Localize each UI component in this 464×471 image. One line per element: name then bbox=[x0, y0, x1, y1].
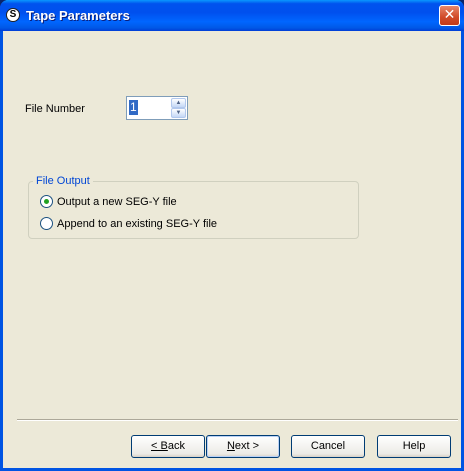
close-icon[interactable]: ✕ bbox=[439, 5, 460, 26]
radio-button[interactable] bbox=[40, 217, 53, 230]
file-output-group bbox=[28, 181, 359, 239]
radio-label: Append to an existing SEG-Y file bbox=[57, 217, 218, 230]
arrow-down-icon[interactable]: ▼ bbox=[171, 108, 186, 118]
file-number-label: File Number bbox=[25, 103, 85, 115]
arrow-up-icon[interactable]: ▲ bbox=[171, 98, 186, 108]
next-button[interactable]: Next > bbox=[206, 435, 280, 458]
radio-button[interactable] bbox=[40, 195, 53, 208]
cancel-button[interactable]: Cancel bbox=[291, 435, 365, 458]
radio-label: Output a new SEG-Y file bbox=[57, 195, 177, 208]
file-output-legend: File Output bbox=[33, 175, 93, 187]
back-button-mnemonic: < B bbox=[151, 440, 168, 452]
next-button-label: ext > bbox=[234, 440, 260, 452]
radio-append-existing[interactable]: Append to an existing SEG-Y file bbox=[40, 217, 217, 230]
title-bar[interactable]: S Tape Parameters ✕ bbox=[0, 0, 464, 31]
next-button-mnemonic: N bbox=[226, 440, 235, 452]
file-number-spinbox[interactable]: 1 ▲ ▼ bbox=[126, 96, 188, 120]
window-title: Tape Parameters bbox=[26, 8, 130, 23]
help-button[interactable]: Help bbox=[377, 435, 451, 458]
radio-output-new[interactable]: Output a new SEG-Y file bbox=[40, 195, 177, 208]
dialog-window: S Tape Parameters ✕ File Number 1 ▲ ▼ Fi… bbox=[0, 0, 464, 471]
separator bbox=[17, 419, 458, 421]
app-logo-icon: S bbox=[6, 8, 20, 22]
back-button[interactable]: < Back bbox=[131, 435, 205, 458]
file-number-input[interactable]: 1 bbox=[129, 100, 138, 115]
back-button-label: ack bbox=[167, 440, 185, 452]
spin-buttons: ▲ ▼ bbox=[171, 98, 186, 118]
